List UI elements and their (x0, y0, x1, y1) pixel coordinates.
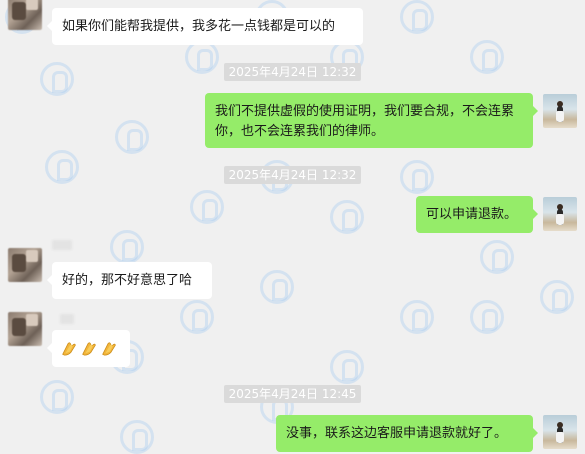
timestamp-text: 2025年4月24日 12:32 (223, 63, 362, 81)
my-avatar[interactable] (543, 197, 577, 231)
watermark-logo (480, 240, 514, 274)
message-bubble-outgoing[interactable]: 可以申请退款。 (416, 196, 538, 233)
message-bubble-incoming[interactable] (47, 330, 130, 367)
my-avatar[interactable] (543, 94, 577, 128)
sender-name (60, 314, 74, 324)
clap-hands-icon (102, 342, 116, 356)
watermark-logo (540, 280, 574, 314)
message-bubble-outgoing[interactable]: 没事，联系这边客服申请退款就好了。 (276, 415, 538, 452)
clap-hands-icon (82, 342, 96, 356)
watermark-logo (470, 300, 504, 334)
timestamp-text: 2025年4月24日 12:32 (223, 166, 362, 184)
watermark-logo (115, 120, 149, 154)
contact-avatar[interactable] (8, 248, 42, 282)
message-bubble-incoming[interactable]: 如果你们能帮我提供，我多花一点钱都是可以的 (47, 8, 363, 45)
watermark-logo (180, 300, 214, 334)
watermark-logo (190, 190, 224, 224)
message-bubble-incoming[interactable]: 好的，那不好意思了哈 (47, 262, 212, 299)
message-bubble-outgoing[interactable]: 我们不提供虚假的使用证明，我们要合规，不会连累你，也不会连累我们的律师。 (205, 93, 538, 148)
contact-avatar[interactable] (8, 312, 42, 346)
message-text: 可以申请退款。 (426, 207, 518, 222)
watermark-logo (120, 420, 154, 454)
watermark-logo (260, 270, 294, 304)
watermark-logo (400, 300, 434, 334)
contact-avatar[interactable] (8, 0, 42, 30)
message-text: 我们不提供虚假的使用证明，我们要合规，不会连累你，也不会连累我们的律师。 (215, 104, 515, 139)
my-avatar[interactable] (543, 415, 577, 449)
message-text: 如果你们能帮我提供，我多花一点钱都是可以的 (62, 19, 336, 34)
watermark-logo (330, 350, 364, 384)
watermark-logo (110, 230, 144, 264)
timestamp: 2025年4月24日 12:32 (0, 63, 585, 81)
watermark-logo (400, 0, 434, 34)
message-text: 没事，联系这边客服申请退款就好了。 (286, 426, 508, 441)
emoji-row (60, 339, 122, 357)
message-text: 好的，那不好意思了哈 (62, 273, 193, 288)
timestamp-text: 2025年4月24日 12:45 (223, 385, 362, 403)
timestamp: 2025年4月24日 12:32 (0, 166, 585, 184)
sender-name (52, 240, 72, 250)
timestamp: 2025年4月24日 12:45 (0, 385, 585, 403)
clap-hands-icon (62, 342, 76, 356)
watermark-logo (330, 200, 364, 234)
